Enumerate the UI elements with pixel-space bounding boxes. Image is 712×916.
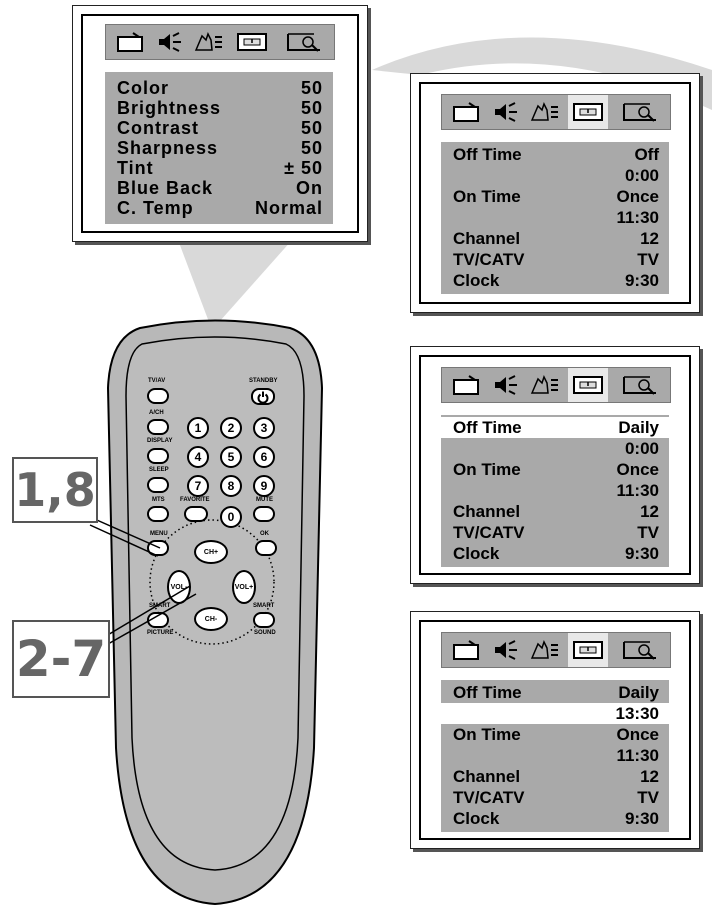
callout-leaders [89,516,197,645]
step-callout-1-8: 1,8 [12,457,98,523]
step-callout-2-7: 2-7 [12,620,110,698]
